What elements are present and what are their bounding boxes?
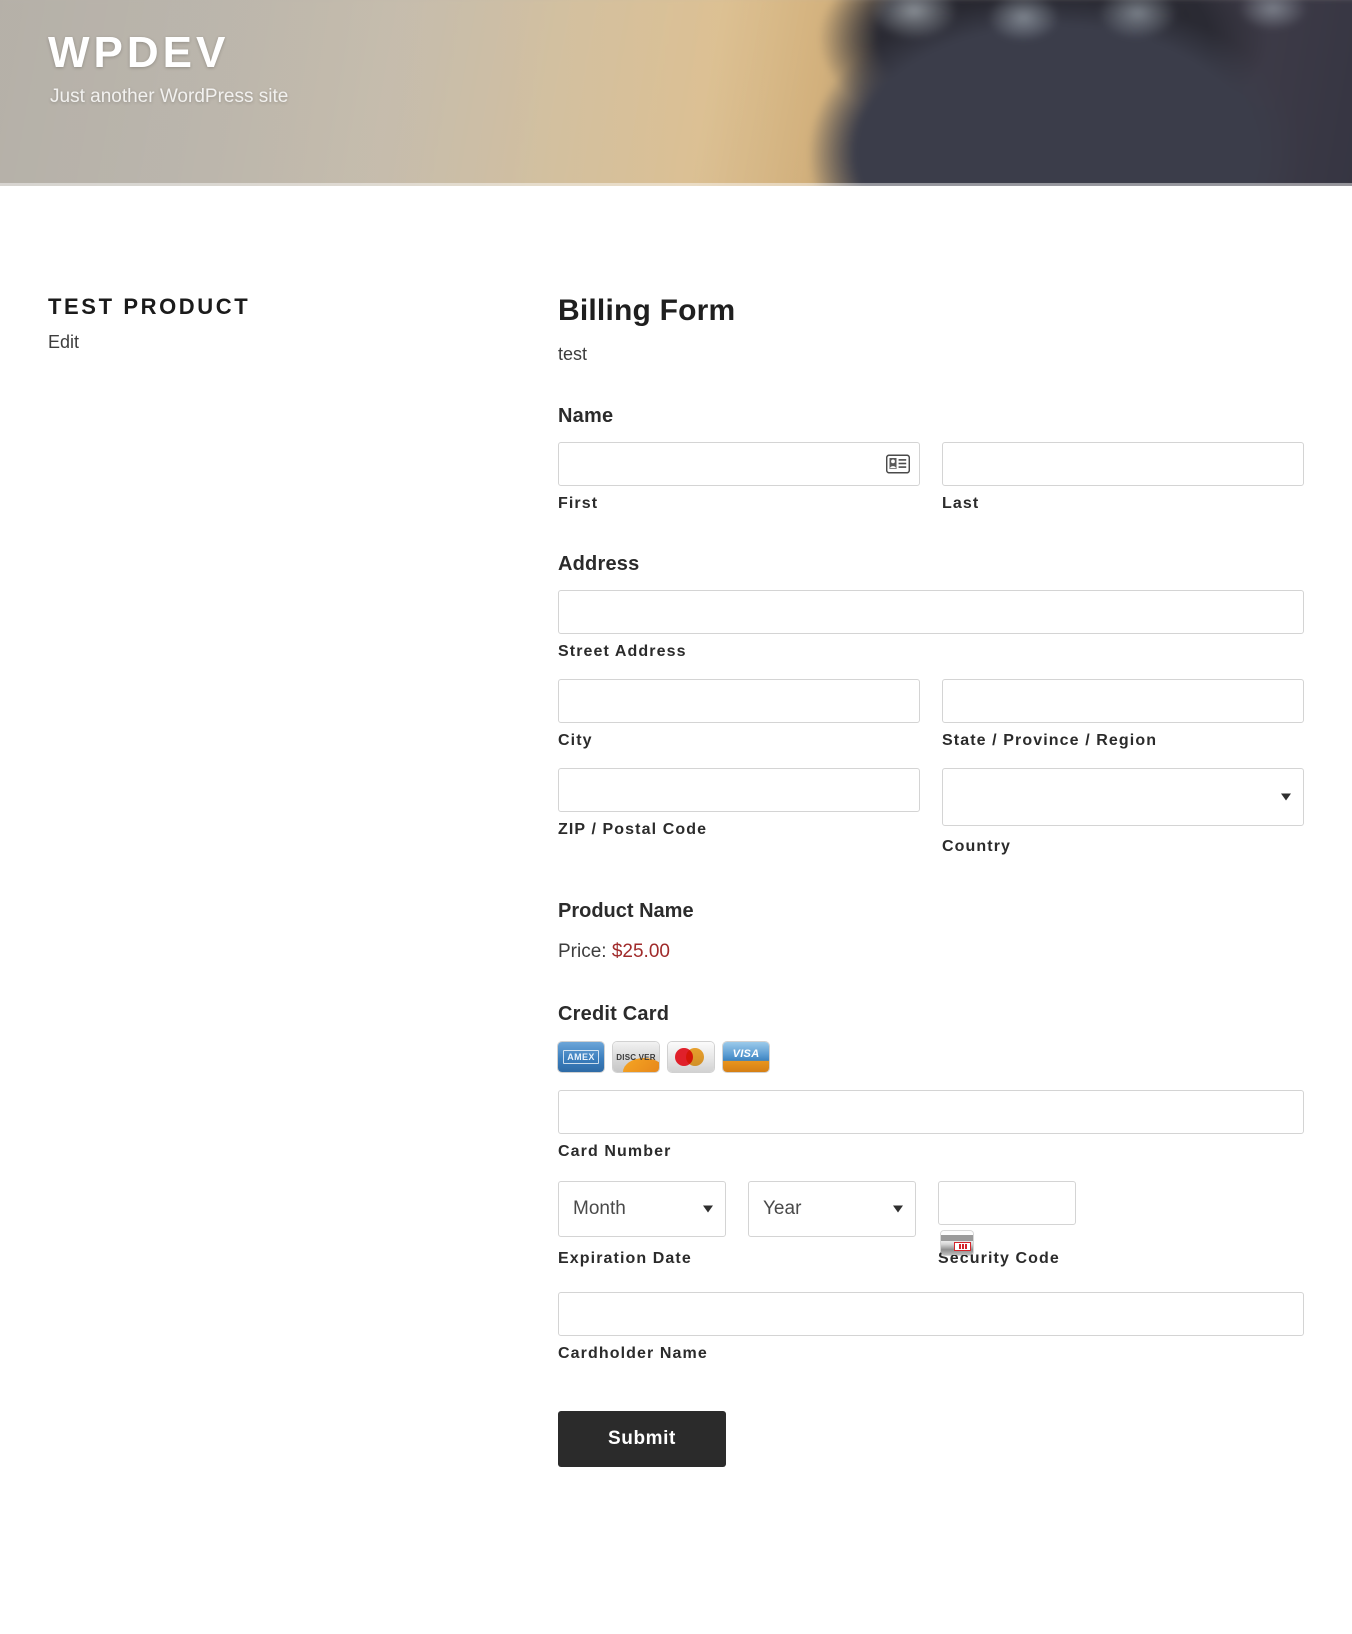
site-title[interactable]: WPDEV (48, 30, 288, 76)
cardholder-name-input[interactable] (558, 1292, 1304, 1336)
first-name-wrap (558, 442, 920, 486)
zip-input[interactable] (558, 768, 920, 812)
security-code-input[interactable] (938, 1181, 1076, 1225)
zip-cell: ZIP / Postal Code (558, 768, 920, 856)
city-state-row: City State / Province / Region (558, 679, 1304, 750)
zip-country-row: ZIP / Postal Code Country (558, 768, 1304, 856)
card-number-label: Card Number (558, 1143, 1304, 1161)
street-address-wrap (558, 590, 1304, 634)
country-label: Country (942, 838, 1304, 856)
product-name: Product Name (558, 900, 1304, 923)
expiration-month-cell: Month (558, 1181, 726, 1237)
card-brand-icons: AMEX DISC VER VISA (558, 1042, 1304, 1072)
street-row: Street Address (558, 590, 1304, 661)
page-title: TEST PRODUCT (48, 294, 558, 320)
discover-label: DISC VER (616, 1053, 655, 1062)
expiration-security-labels-row: Expiration Date Security Code (558, 1241, 1304, 1268)
expiration-date-label: Expiration Date (558, 1250, 916, 1268)
expiration-year-wrap: Year (748, 1181, 916, 1237)
section-label-address: Address (558, 553, 1304, 576)
state-wrap (942, 679, 1304, 723)
security-code-wrap (938, 1181, 1076, 1225)
section-label-credit-card: Credit Card (558, 1003, 1304, 1026)
first-name-cell: First (558, 442, 920, 513)
country-cell: Country (942, 768, 1304, 856)
edit-link[interactable]: Edit (48, 332, 79, 353)
price-line: Price: $25.00 (558, 941, 1304, 963)
billing-form: Billing Form test Name (558, 294, 1304, 1467)
cardholder-name-row: Cardholder Name (558, 1292, 1304, 1363)
last-name-input[interactable] (942, 442, 1304, 486)
city-label: City (558, 732, 920, 750)
card-number-wrap (558, 1090, 1304, 1134)
expiration-year-cell: Year (748, 1181, 916, 1237)
card-number-input[interactable] (558, 1090, 1304, 1134)
site-tagline: Just another WordPress site (50, 86, 288, 108)
form-title: Billing Form (558, 294, 1304, 328)
cvv-code-box (954, 1242, 971, 1251)
cvv-magnetic-strip (941, 1235, 973, 1241)
city-cell: City (558, 679, 920, 750)
amex-icon: AMEX (558, 1042, 604, 1072)
page-container: TEST PRODUCT Edit Billing Form test Name (0, 186, 1352, 1467)
mastercard-icon (668, 1042, 714, 1072)
first-name-label: First (558, 495, 920, 513)
card-number-row: Card Number (558, 1090, 1304, 1161)
expiration-month-select[interactable]: Month (558, 1181, 726, 1237)
cardholder-name-cell: Cardholder Name (558, 1292, 1304, 1363)
expiration-year-select[interactable]: Year (748, 1181, 916, 1237)
name-row: First Last (558, 442, 1304, 513)
city-input[interactable] (558, 679, 920, 723)
street-address-cell: Street Address (558, 590, 1304, 661)
street-address-label: Street Address (558, 643, 1304, 661)
discover-icon: DISC VER (613, 1042, 659, 1072)
cvv-card-icon (941, 1231, 973, 1255)
first-name-input[interactable] (558, 442, 920, 486)
price-label: Price: (558, 941, 607, 962)
zip-label: ZIP / Postal Code (558, 821, 920, 839)
content-row: TEST PRODUCT Edit Billing Form test Name (48, 186, 1304, 1467)
site-header: WPDEV Just another WordPress site (0, 0, 1352, 186)
form-description: test (558, 344, 1304, 365)
entry-column: TEST PRODUCT Edit (48, 294, 558, 353)
amex-label: AMEX (563, 1050, 599, 1064)
zip-wrap (558, 768, 920, 812)
country-select[interactable] (942, 768, 1304, 826)
visa-icon: VISA (723, 1042, 769, 1072)
last-name-label: Last (942, 495, 1304, 513)
country-select-wrap (942, 768, 1304, 826)
cardholder-name-wrap (558, 1292, 1304, 1336)
price-value: $25.00 (612, 941, 670, 962)
visa-label: VISA (733, 1048, 760, 1060)
state-input[interactable] (942, 679, 1304, 723)
expiration-security-row: Month Year (558, 1181, 1304, 1237)
state-label: State / Province / Region (942, 732, 1304, 750)
card-number-cell: Card Number (558, 1090, 1304, 1161)
submit-button[interactable]: Submit (558, 1411, 726, 1467)
section-label-name: Name (558, 405, 1304, 428)
mastercard-circle-orange (686, 1048, 704, 1066)
security-code-cell (938, 1181, 1076, 1237)
expiration-month-wrap: Month (558, 1181, 726, 1237)
last-name-cell: Last (942, 442, 1304, 513)
street-address-input[interactable] (558, 590, 1304, 634)
cardholder-name-label: Cardholder Name (558, 1345, 1304, 1363)
state-cell: State / Province / Region (942, 679, 1304, 750)
last-name-wrap (942, 442, 1304, 486)
city-wrap (558, 679, 920, 723)
header-text-block: WPDEV Just another WordPress site (48, 30, 288, 108)
